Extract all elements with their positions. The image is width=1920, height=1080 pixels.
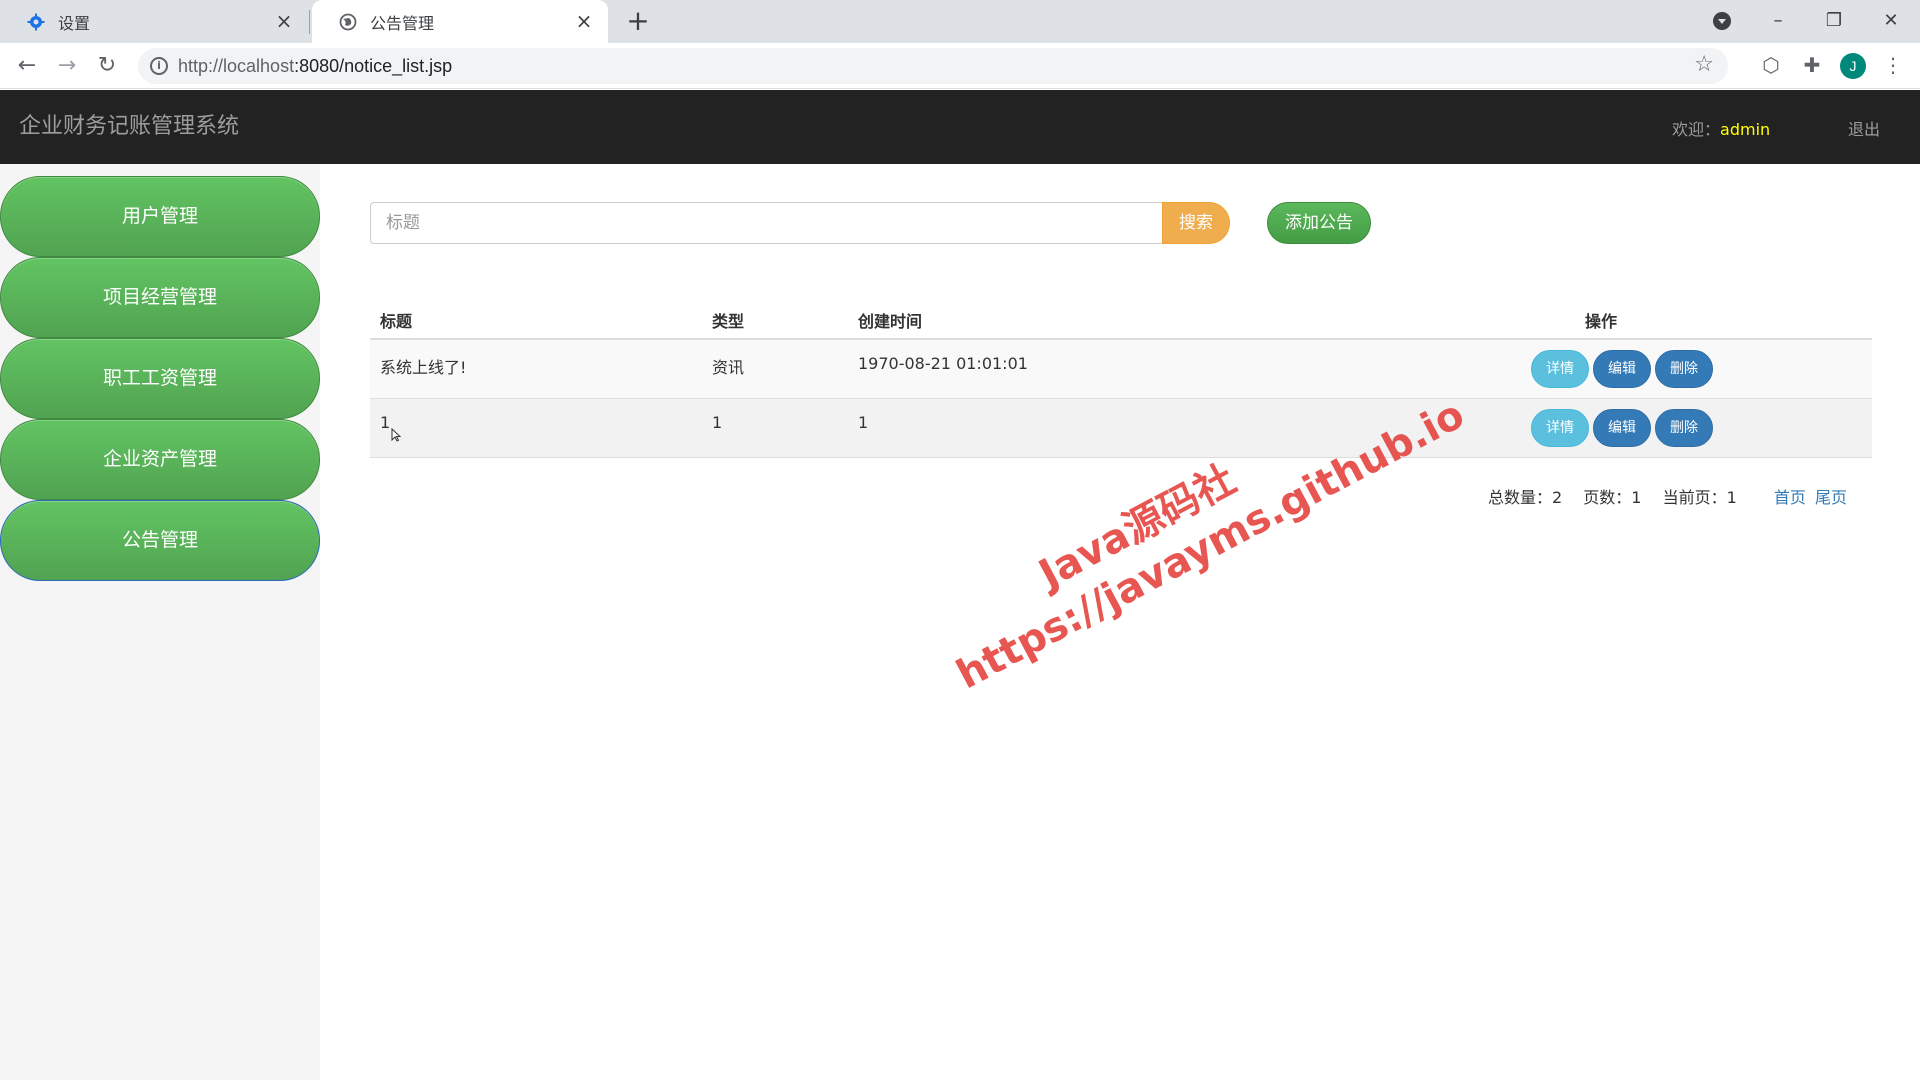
extension-hex-icon[interactable]: ⬡ — [1758, 52, 1784, 78]
tab-search-icon[interactable] — [1713, 12, 1731, 30]
notice-table: 标题 类型 创建时间 操作 系统上线了! 资讯 1970-08-21 01:01… — [370, 294, 1872, 458]
table-row: 1 1 1 详情 编辑 删除 — [370, 399, 1872, 458]
welcome-text: 欢迎：admin — [1672, 116, 1770, 140]
gear-icon — [26, 12, 46, 32]
search-button[interactable]: 搜索 — [1162, 202, 1230, 244]
app-header: 企业财务记账管理系统 欢迎：admin 退出 — [0, 90, 1920, 164]
cell-created: 1970-08-21 01:01:01 — [858, 354, 1028, 373]
last-page-link[interactable]: 尾页 — [1815, 488, 1847, 507]
delete-button[interactable]: 删除 — [1655, 350, 1713, 388]
tab-settings[interactable]: 设置 × — [0, 0, 308, 43]
cell-created: 1 — [858, 413, 869, 432]
browser-toolbar: ← → ↻ i http://localhost:8080/notice_lis… — [0, 43, 1920, 89]
delete-button[interactable]: 删除 — [1655, 409, 1713, 447]
first-page-link[interactable]: 首页 — [1774, 488, 1806, 507]
info-icon[interactable]: i — [150, 57, 168, 75]
sidebar-item-salaries[interactable]: 职工工资管理 — [0, 338, 320, 419]
new-tab-icon[interactable]: + — [624, 7, 652, 36]
globe-icon — [338, 12, 358, 32]
detail-button[interactable]: 详情 — [1531, 350, 1589, 388]
close-icon[interactable]: × — [274, 11, 294, 31]
minimize-icon[interactable]: – — [1758, 6, 1798, 36]
sidebar-item-users[interactable]: 用户管理 — [0, 176, 320, 257]
column-header-ops: 操作 — [1585, 312, 1618, 331]
tab-title: 设置 — [58, 13, 91, 33]
tab-title: 公告管理 — [370, 13, 435, 33]
pagination: 总数量：2 页数：1 当前页：1 首页 尾页 — [1488, 484, 1851, 508]
welcome-label: 欢迎： — [1672, 120, 1721, 139]
tab-divider — [309, 10, 310, 34]
page-count: 页数：1 — [1583, 488, 1642, 507]
cell-type: 1 — [712, 413, 723, 432]
restore-icon[interactable]: ❐ — [1814, 6, 1854, 36]
close-icon[interactable]: × — [574, 11, 594, 31]
logout-link[interactable]: 退出 — [1848, 116, 1880, 140]
detail-button[interactable]: 详情 — [1531, 409, 1589, 447]
add-notice-button[interactable]: 添加公告 — [1267, 202, 1371, 244]
cell-title: 1 — [380, 413, 391, 432]
address-bar[interactable]: i http://localhost:8080/notice_list.jsp … — [138, 48, 1728, 84]
sidebar-item-projects[interactable]: 项目经营管理 — [0, 257, 320, 338]
search-input[interactable] — [370, 202, 1183, 244]
cell-type: 资讯 — [712, 358, 745, 377]
sidebar-item-notices[interactable]: 公告管理 — [0, 500, 320, 581]
column-header-title: 标题 — [380, 312, 413, 331]
browser-tab-bar: 设置 × 公告管理 × + – ❐ ✕ — [0, 0, 1920, 43]
column-header-type: 类型 — [712, 312, 745, 331]
main-content: 搜索 添加公告 标题 类型 创建时间 操作 系统上线了! 资讯 1970-08-… — [320, 164, 1920, 1080]
window-close-icon[interactable]: ✕ — [1871, 6, 1911, 36]
cell-title: 系统上线了! — [380, 358, 467, 377]
profile-avatar[interactable]: J — [1840, 53, 1866, 79]
app-title[interactable]: 企业财务记账管理系统 — [19, 108, 239, 140]
kebab-menu-icon[interactable]: ⋮ — [1880, 52, 1906, 78]
tab-notice-management[interactable]: 公告管理 × — [312, 0, 608, 43]
url-text: http://localhost:8080/notice_list.jsp — [178, 56, 453, 76]
edit-button[interactable]: 编辑 — [1593, 409, 1651, 447]
edit-button[interactable]: 编辑 — [1593, 350, 1651, 388]
table-header: 标题 类型 创建时间 操作 — [370, 294, 1872, 340]
puzzle-icon[interactable]: ✚ — [1799, 52, 1825, 78]
column-header-created: 创建时间 — [858, 312, 923, 331]
reload-icon[interactable]: ↻ — [92, 51, 122, 81]
forward-icon[interactable]: → — [52, 51, 82, 81]
total-count: 总数量：2 — [1488, 488, 1563, 507]
sidebar-item-assets[interactable]: 企业资产管理 — [0, 419, 320, 500]
table-row: 系统上线了! 资讯 1970-08-21 01:01:01 详情 编辑 删除 — [370, 340, 1872, 399]
sidebar: 用户管理 项目经营管理 职工工资管理 企业资产管理 公告管理 — [0, 164, 320, 1080]
current-page: 当前页：1 — [1662, 488, 1737, 507]
mouse-cursor-icon — [391, 428, 401, 442]
back-icon[interactable]: ← — [12, 51, 42, 81]
username: admin — [1720, 120, 1771, 139]
bookmark-star-icon[interactable]: ☆ — [1694, 52, 1714, 77]
